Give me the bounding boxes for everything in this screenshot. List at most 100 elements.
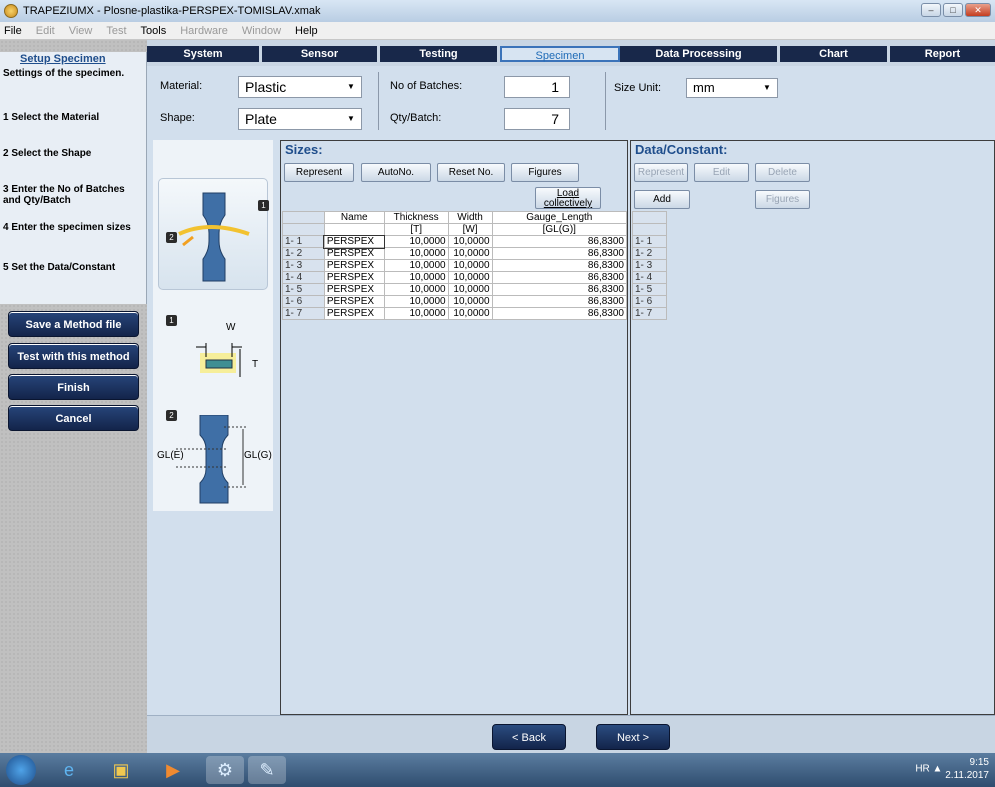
qty-input[interactable]: 7 (504, 108, 570, 130)
menu-edit[interactable]: Edit (36, 25, 55, 37)
clock-time[interactable]: 9:15 (945, 756, 989, 769)
chevron-down-icon: ▼ (347, 82, 355, 91)
thickness-cell[interactable]: 10,0000 (383, 235, 449, 248)
thickness-cell[interactable]: 10,0000 (383, 247, 449, 260)
thickness-cell[interactable]: 10,0000 (383, 295, 449, 308)
width-cell[interactable]: 10,0000 (447, 295, 493, 308)
back-button[interactable]: < Back (492, 724, 566, 750)
gauge-cell[interactable]: 86,8300 (491, 259, 628, 272)
dc-represent-button[interactable]: Represent (634, 163, 688, 182)
figures-button[interactable]: Figures (511, 163, 579, 182)
minimize-button[interactable]: – (921, 3, 941, 17)
language-indicator[interactable]: HR (915, 764, 929, 775)
autono-button[interactable]: AutoNo. (361, 163, 431, 182)
tab-specimen[interactable]: Specimen (500, 46, 620, 62)
shape-select[interactable]: Plate ▼ (238, 108, 362, 130)
load-collectively-button[interactable]: Load collectively (535, 187, 601, 209)
tab-system[interactable]: System (147, 46, 262, 62)
dc-figures-button[interactable]: Figures (755, 190, 810, 209)
name-cell[interactable]: PERSPEX (323, 234, 386, 249)
thickness-cell[interactable]: 10,0000 (383, 259, 449, 272)
save-method-button[interactable]: Save a Method file (8, 311, 139, 337)
name-cell[interactable]: PERSPEX (323, 271, 385, 284)
menu-tools[interactable]: Tools (141, 25, 167, 37)
tab-report[interactable]: Report (890, 46, 995, 62)
tab-sensor[interactable]: Sensor (262, 46, 380, 62)
name-cell[interactable]: PERSPEX (323, 307, 385, 320)
width-cell[interactable]: 10,0000 (447, 283, 493, 296)
dc-add-button[interactable]: Add (634, 190, 690, 209)
dc-row-id[interactable]: 1- 2 (632, 247, 667, 260)
name-cell[interactable]: PERSPEX (323, 283, 385, 296)
width-cell[interactable]: 10,0000 (447, 259, 493, 272)
dc-row-id[interactable]: 1- 6 (632, 295, 667, 308)
dc-row-id[interactable]: 1- 5 (632, 283, 667, 296)
cancel-button[interactable]: Cancel (8, 405, 139, 431)
thickness-cell[interactable]: 10,0000 (383, 307, 449, 320)
width-cell[interactable]: 10,0000 (447, 235, 493, 248)
table-row[interactable]: 1- 7 PERSPEX 10,0000 10,0000 86,8300 (282, 307, 628, 320)
gauge-cell[interactable]: 86,8300 (491, 247, 628, 260)
menu-file[interactable]: File (4, 25, 22, 37)
close-button[interactable]: ✕ (965, 3, 991, 17)
table-row[interactable]: 1- 2 PERSPEX 10,0000 10,0000 86,8300 (282, 247, 628, 260)
finish-button[interactable]: Finish (8, 374, 139, 400)
test-with-method-button[interactable]: Test with this method (8, 343, 139, 369)
dc-row-id[interactable]: 1- 4 (632, 271, 667, 284)
menu-test[interactable]: Test (106, 25, 126, 37)
width-cell[interactable]: 10,0000 (447, 271, 493, 284)
col-name[interactable]: Name (323, 211, 385, 224)
thickness-cell[interactable]: 10,0000 (383, 271, 449, 284)
represent-button[interactable]: Represent (284, 163, 354, 182)
table-row[interactable]: 1- 1 PERSPEX 10,0000 10,0000 86,8300 (282, 234, 628, 249)
clock-date[interactable]: 2.11.2017 (945, 769, 989, 782)
col-gauge-length[interactable]: Gauge_Length (491, 211, 628, 224)
menu-window[interactable]: Window (242, 25, 281, 37)
table-row[interactable]: 1- 4 PERSPEX 10,0000 10,0000 86,8300 (282, 271, 628, 284)
start-icon[interactable] (6, 755, 36, 785)
menu-hardware[interactable]: Hardware (180, 25, 228, 37)
dc-row-id[interactable]: 1- 1 (632, 235, 667, 248)
resetno-button[interactable]: Reset No. (437, 163, 505, 182)
gauge-cell[interactable]: 86,8300 (491, 283, 628, 296)
shape-label: Shape: (160, 112, 195, 124)
col-width[interactable]: Width (447, 211, 493, 224)
ie-icon[interactable]: e (50, 756, 88, 784)
gauge-cell[interactable]: 86,8300 (491, 295, 628, 308)
gauge-cell[interactable]: 86,8300 (491, 271, 628, 284)
chevron-down-icon: ▼ (763, 83, 771, 92)
next-button[interactable]: Next > (596, 724, 670, 750)
dc-units-cell (632, 223, 667, 236)
tab-testing[interactable]: Testing (380, 46, 500, 62)
width-cell[interactable]: 10,0000 (447, 307, 493, 320)
batches-input[interactable]: 1 (504, 76, 570, 98)
col-thickness[interactable]: Thickness (383, 211, 449, 224)
tab-chart[interactable]: Chart (780, 46, 890, 62)
paint-icon[interactable]: ✎ (248, 756, 286, 784)
name-cell[interactable]: PERSPEX (323, 247, 385, 260)
dc-delete-button[interactable]: Delete (755, 163, 810, 182)
dc-row-id[interactable]: 1- 3 (632, 259, 667, 272)
size-unit-select[interactable]: mm ▼ (686, 78, 778, 98)
menu-help[interactable]: Help (295, 25, 318, 37)
material-select[interactable]: Plastic ▼ (238, 76, 362, 98)
unit-thickness: [T] (383, 223, 449, 236)
table-row[interactable]: 1- 5 PERSPEX 10,0000 10,0000 86,8300 (282, 283, 628, 296)
name-cell[interactable]: PERSPEX (323, 259, 385, 272)
name-cell[interactable]: PERSPEX (323, 295, 385, 308)
table-row[interactable]: 1- 3 PERSPEX 10,0000 10,0000 86,8300 (282, 259, 628, 272)
trapezium-icon[interactable]: ⚙ (206, 756, 244, 784)
folder-icon[interactable]: ▣ (102, 756, 140, 784)
dc-row-id[interactable]: 1- 7 (632, 307, 667, 320)
media-player-icon[interactable]: ▶ (154, 756, 192, 784)
table-header-row: Name Thickness Width Gauge_Length (282, 211, 628, 224)
tab-data-processing[interactable]: Data Processing (620, 46, 780, 62)
width-cell[interactable]: 10,0000 (447, 247, 493, 260)
thickness-cell[interactable]: 10,0000 (383, 283, 449, 296)
gauge-cell[interactable]: 86,8300 (491, 307, 628, 320)
table-row[interactable]: 1- 6 PERSPEX 10,0000 10,0000 86,8300 (282, 295, 628, 308)
dc-edit-button[interactable]: Edit (694, 163, 749, 182)
maximize-button[interactable]: □ (943, 3, 963, 17)
menu-view[interactable]: View (69, 25, 93, 37)
gauge-cell[interactable]: 86,8300 (491, 235, 628, 248)
